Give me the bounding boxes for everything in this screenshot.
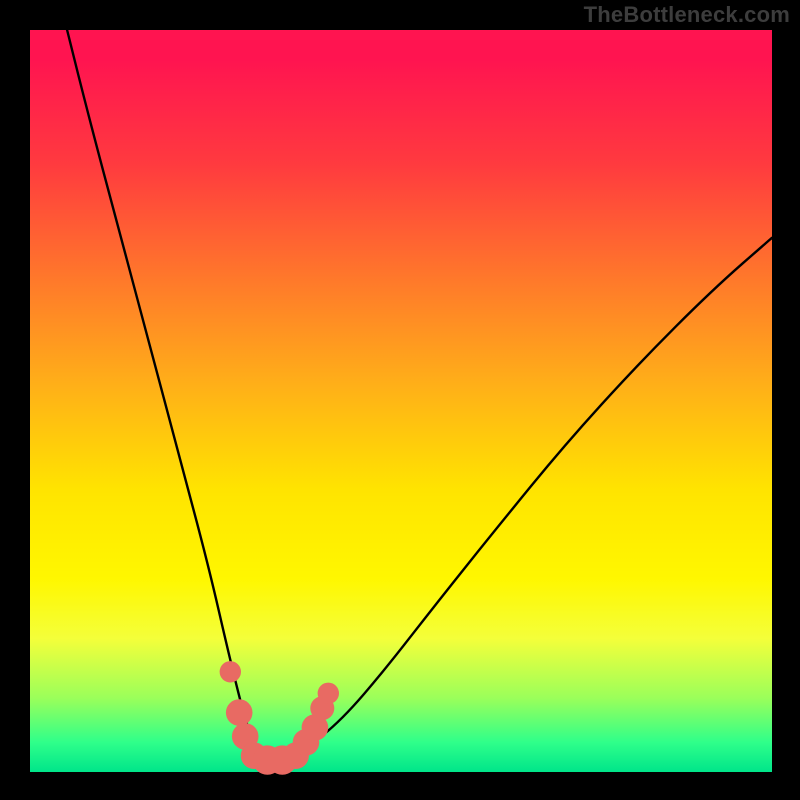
curve-path [67,30,772,757]
valley-marker [318,683,339,704]
valley-marker [226,699,253,726]
bottleneck-curve [0,0,800,800]
chart-frame: TheBottleneck.com [0,0,800,800]
valley-marker [220,661,241,682]
watermark-text: TheBottleneck.com [584,2,790,28]
